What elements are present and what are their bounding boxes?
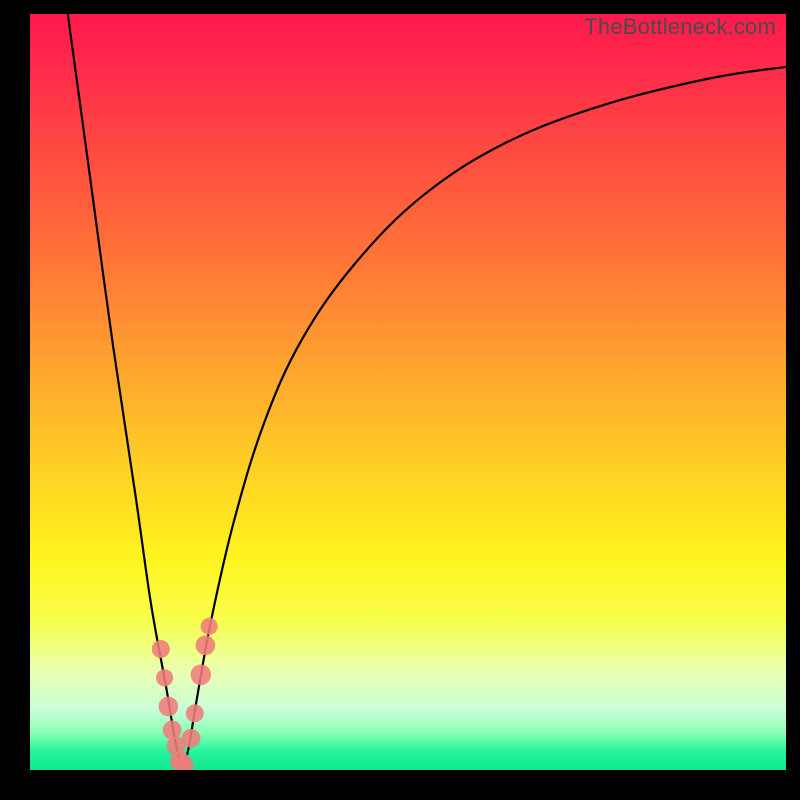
data-marker — [196, 635, 216, 655]
curve-svg — [30, 14, 786, 770]
data-marker — [163, 721, 182, 740]
chart-frame: TheBottleneck.com — [0, 0, 800, 800]
data-marker — [191, 665, 211, 685]
data-marker — [201, 618, 218, 635]
watermark-label: TheBottleneck.com — [584, 14, 776, 40]
data-marker — [156, 669, 173, 686]
curve-layer — [68, 14, 786, 770]
series-right-branch — [183, 67, 786, 770]
data-marker — [152, 640, 170, 658]
data-marker — [159, 697, 179, 717]
plot-area: TheBottleneck.com — [30, 14, 786, 770]
data-marker — [186, 704, 204, 722]
marker-layer — [152, 618, 218, 770]
data-marker — [182, 729, 201, 748]
